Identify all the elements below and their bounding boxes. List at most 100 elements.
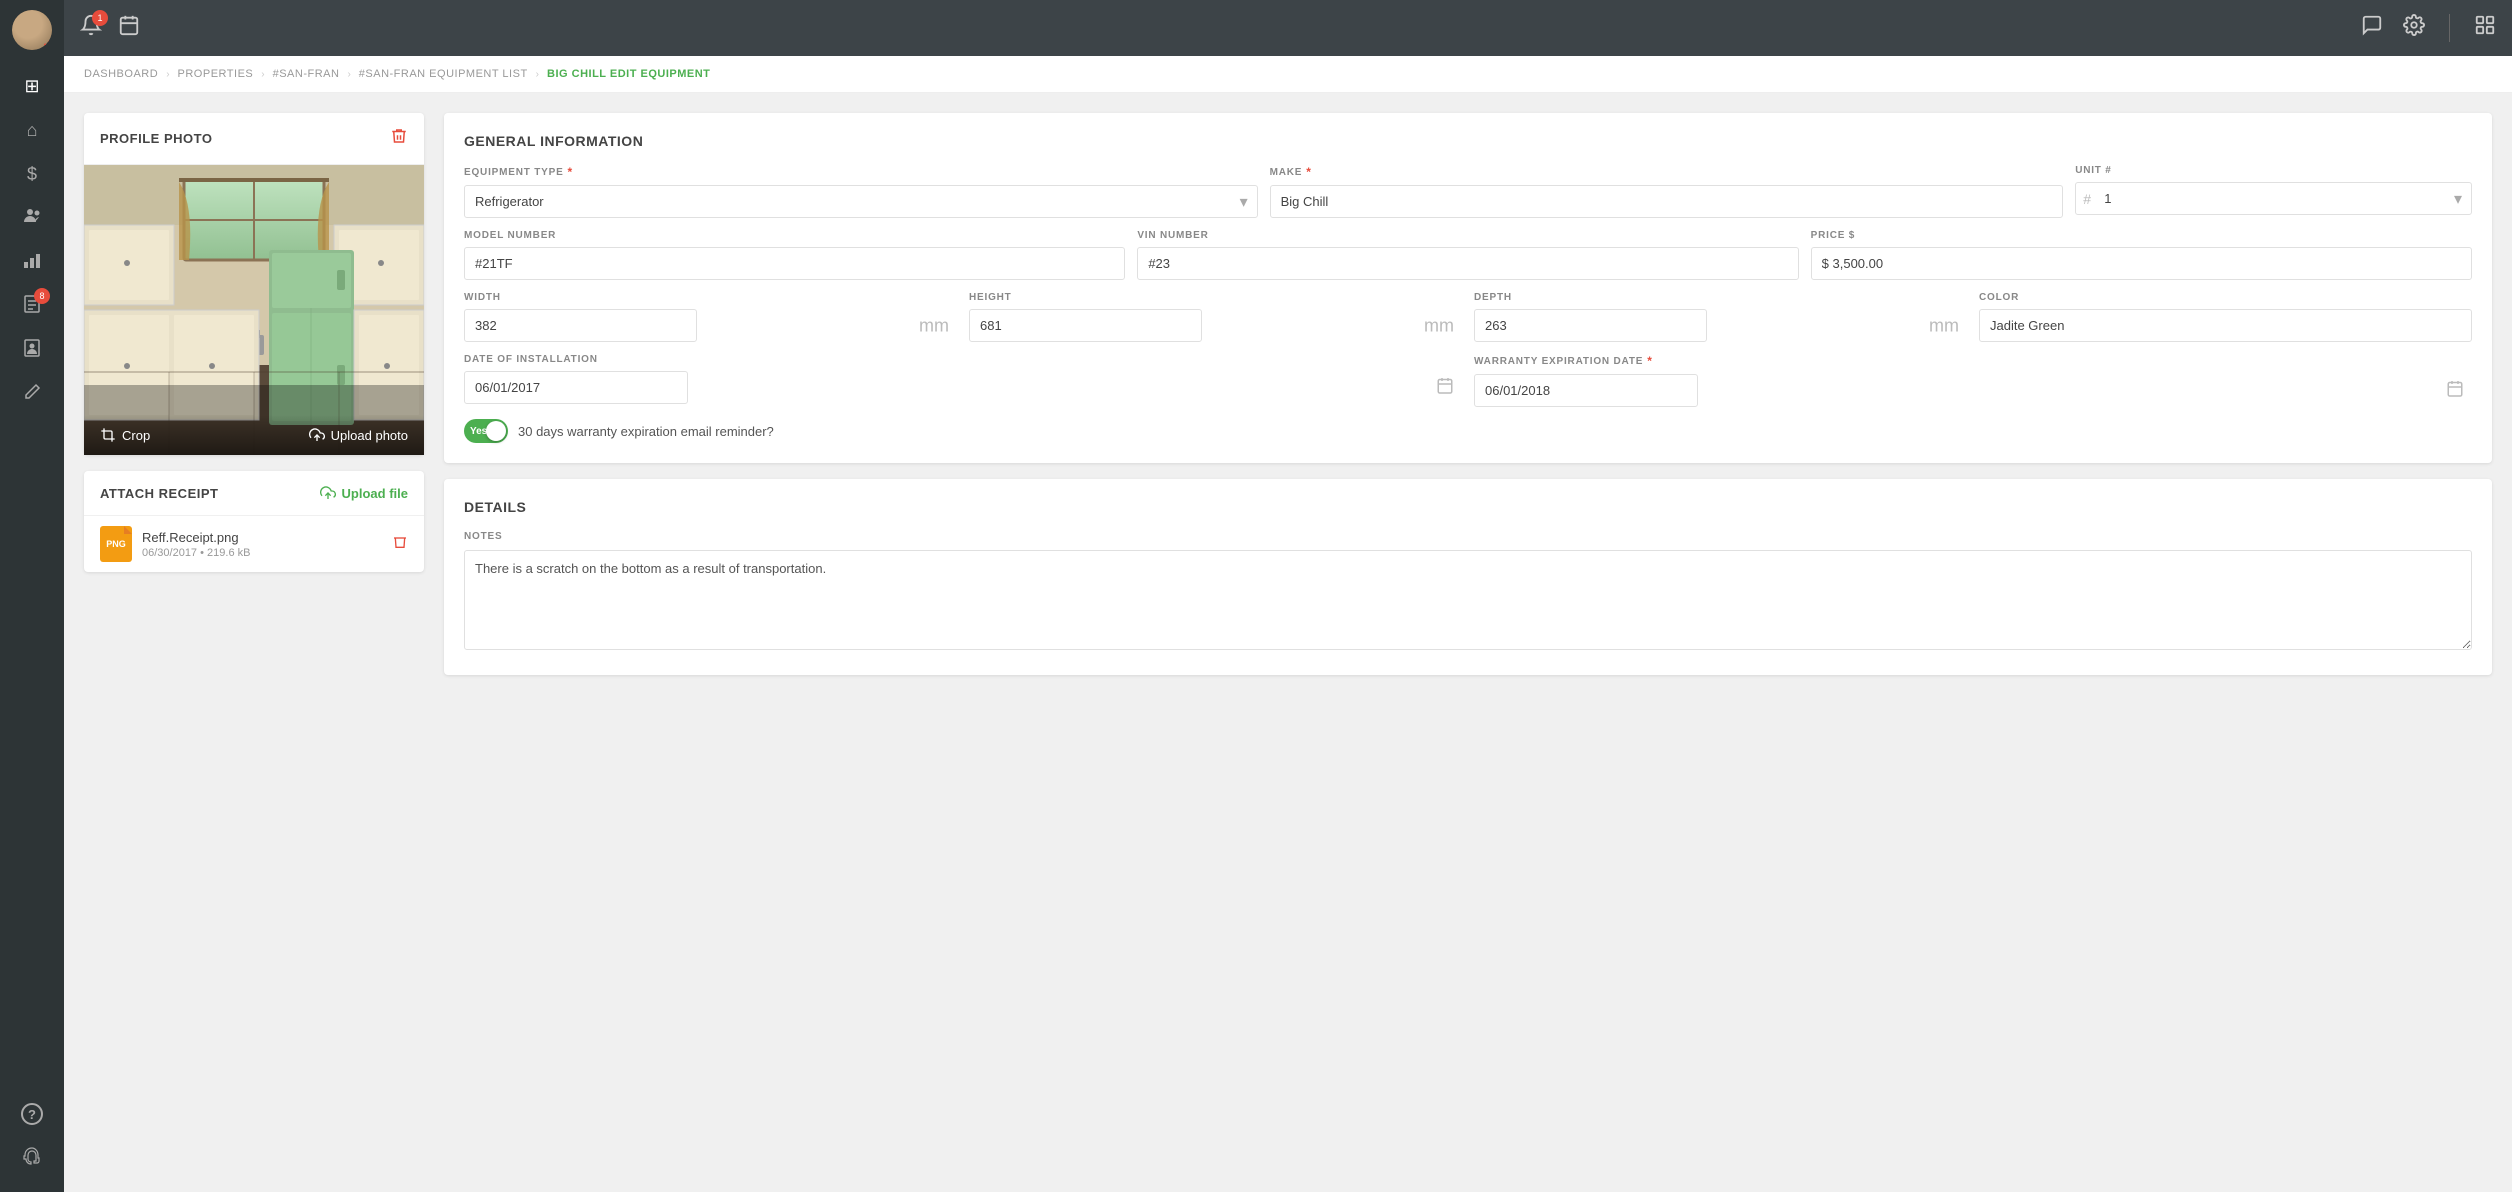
topbar-divider [2449,14,2450,42]
sidebar-item-tasks[interactable]: 8 [12,286,52,326]
grid-icon: ⊞ [24,76,39,97]
make-field: MAKE * [1270,165,2064,218]
calendar-icon[interactable] [118,14,140,42]
breadcrumb-dashboard[interactable]: DASHBOARD [84,68,158,80]
sidebar-item-chart[interactable] [12,242,52,282]
warranty-date-label: WARRANTY EXPIRATION DATE * [1474,354,2472,368]
support-icon [22,1146,42,1171]
sidebar-item-support[interactable] [12,1138,52,1178]
form-row-1: EQUIPMENT TYPE * Refrigerator Washer Dry… [464,165,2472,218]
depth-field: DEPTH mm [1474,292,1967,342]
sidebar-item-help[interactable]: ? [12,1094,52,1134]
equipment-type-required: * [568,165,573,179]
breadcrumb-equipment-list[interactable]: #SAN-FRAN EQUIPMENT LIST [359,68,528,80]
attach-receipt-card: ATTACH RECEIPT Upload file PNG Reff.Rece… [84,471,424,572]
color-input[interactable] [1979,309,2472,342]
equipment-type-select-wrapper: Refrigerator Washer Dryer Dishwasher HVA… [464,185,1258,218]
kitchen-photo [84,165,424,455]
profile-photo-card: PROFILE PHOTO [84,113,424,455]
price-field: PRICE $ [1811,230,2472,280]
vin-number-input[interactable] [1137,247,1798,280]
model-number-input[interactable] [464,247,1125,280]
breadcrumb-properties[interactable]: PROPERTIES [178,68,254,80]
photo-overlay: Crop Upload photo [84,415,424,455]
contact-icon [22,338,42,363]
profile-photo-header: PROFILE PHOTO [84,113,424,165]
money-icon: $ [27,164,37,185]
crop-button[interactable]: Crop [100,427,150,443]
make-label: MAKE * [1270,165,2064,179]
delete-receipt-button[interactable] [392,534,408,555]
breadcrumb-sep-2: › [261,69,264,80]
upload-file-button[interactable]: Upload file [320,485,408,501]
unit-number-select[interactable]: 123 [2075,182,2472,215]
details-card: DETAILS NOTES There is a scratch on the … [444,479,2492,675]
equipment-type-label: EQUIPMENT TYPE * [464,165,1258,179]
unit-number-field: UNIT # # 123 [2075,165,2472,218]
height-label: HEIGHT [969,292,1462,303]
left-column: PROFILE PHOTO [84,113,424,1172]
width-unit: mm [919,315,949,336]
warranty-toggle-row: Yes 30 days warranty expiration email re… [464,419,2472,443]
breadcrumb: DASHBOARD › PROPERTIES › #SAN-FRAN › #SA… [64,56,2512,93]
avatar[interactable] [12,10,52,50]
toggle-yes-label: Yes [470,426,487,437]
topbar: 1 [64,0,2512,56]
sidebar: ⊞ ⌂ $ 8 [0,0,64,1192]
sidebar-item-grid[interactable]: ⊞ [12,66,52,106]
sidebar-item-money[interactable]: $ [12,154,52,194]
breadcrumb-sep-3: › [347,69,350,80]
color-field: COLOR [1979,292,2472,342]
model-number-field: MODEL NUMBER [464,230,1125,280]
breadcrumb-sep-4: › [536,69,539,80]
settings-icon[interactable] [2403,14,2425,42]
install-date-calendar-icon[interactable] [1436,376,1454,399]
make-required: * [1306,165,1311,179]
price-input[interactable] [1811,247,2472,280]
receipt-header: ATTACH RECEIPT Upload file [84,471,424,515]
sidebar-item-home[interactable]: ⌂ [12,110,52,150]
crop-label: Crop [122,428,150,443]
receipt-filename: Reff.Receipt.png [142,530,250,545]
topbar-profile-icon[interactable] [2474,14,2496,42]
warranty-date-wrapper [1474,374,2472,407]
height-unit: mm [1424,315,1454,336]
sidebar-item-people[interactable] [12,198,52,238]
chart-icon [22,250,42,275]
sidebar-item-contact[interactable] [12,330,52,370]
warranty-date-field: WARRANTY EXPIRATION DATE * [1474,354,2472,407]
notification-bell[interactable]: 1 [80,14,102,42]
price-label: PRICE $ [1811,230,2472,241]
home-icon: ⌂ [27,120,38,141]
sidebar-item-pen[interactable] [12,374,52,414]
height-input[interactable] [969,309,1202,342]
model-number-label: MODEL NUMBER [464,230,1125,241]
topbar-right [2361,14,2496,42]
notes-textarea[interactable]: There is a scratch on the bottom as a re… [464,550,2472,650]
help-icon: ? [21,1103,43,1125]
depth-label: DEPTH [1474,292,1967,303]
equipment-type-select[interactable]: Refrigerator Washer Dryer Dishwasher HVA… [464,185,1258,218]
vin-number-label: VIN NUMBER [1137,230,1798,241]
make-input[interactable] [1270,185,2064,218]
upload-photo-button[interactable]: Upload photo [309,427,408,443]
install-date-wrapper [464,371,1462,404]
warranty-toggle-description: 30 days warranty expiration email remind… [518,424,774,439]
depth-input[interactable] [1474,309,1707,342]
warranty-date-input[interactable] [1474,374,1698,407]
upload-file-label: Upload file [342,486,408,501]
width-wrapper: mm [464,309,957,342]
unit-number-label: UNIT # [2075,165,2472,176]
breadcrumb-sanfran[interactable]: #SAN-FRAN [273,68,340,80]
pen-icon [22,382,42,407]
warranty-toggle[interactable]: Yes [464,419,508,443]
people-icon [22,206,42,231]
install-date-input[interactable] [464,371,688,404]
delete-photo-button[interactable] [390,127,408,150]
chat-icon[interactable] [2361,14,2383,42]
receipt-filemeta: 06/30/2017 • 219.6 kB [142,547,250,559]
width-input[interactable] [464,309,697,342]
warranty-date-calendar-icon[interactable] [2446,379,2464,402]
vin-number-field: VIN NUMBER [1137,230,1798,280]
equipment-type-field: EQUIPMENT TYPE * Refrigerator Washer Dry… [464,165,1258,218]
